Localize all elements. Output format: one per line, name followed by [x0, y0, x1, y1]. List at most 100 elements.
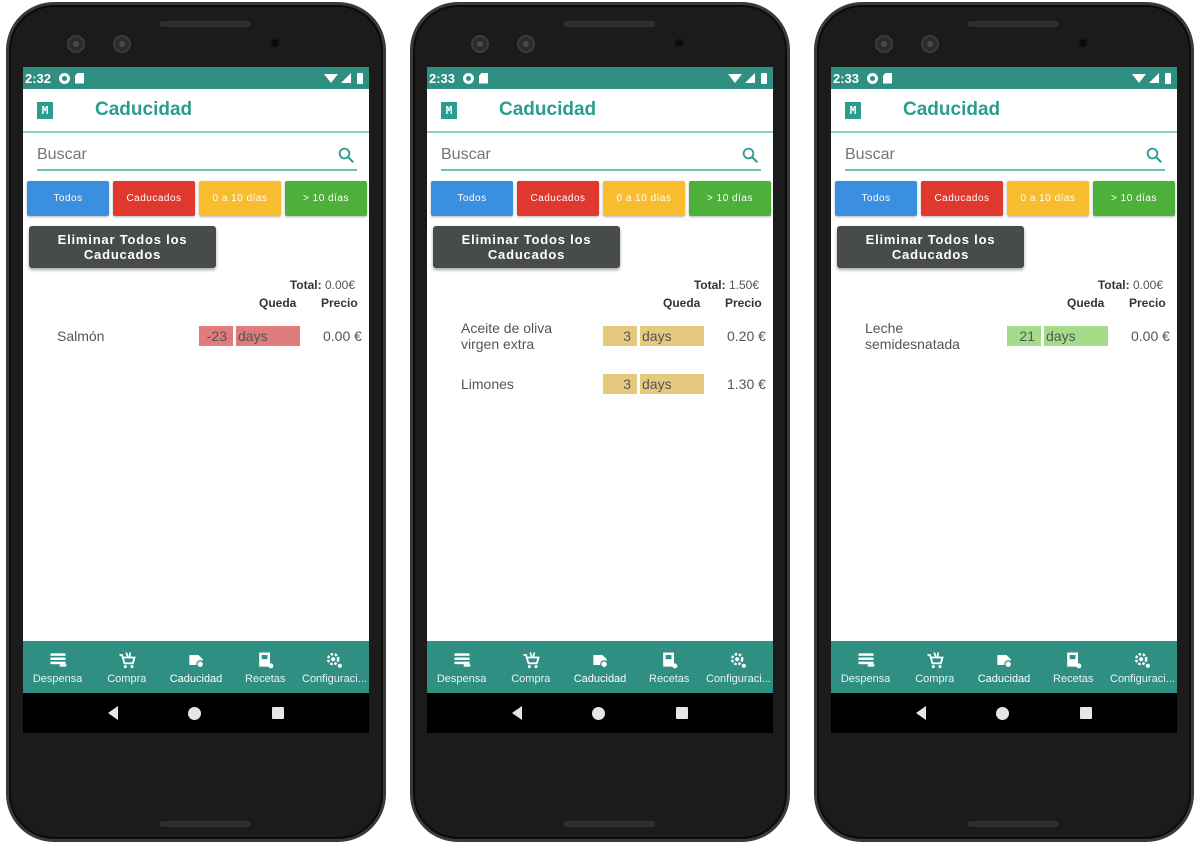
app-logo-icon: M — [845, 101, 861, 119]
filter-bar: Todos Caducados 0 a 10 días > 10 días — [431, 181, 771, 216]
days-remaining-badge: -23 days — [199, 326, 300, 346]
nav-item-recetas[interactable]: Recetas — [635, 641, 704, 693]
nav-item-compra[interactable]: Compra — [900, 641, 969, 693]
search-icon[interactable] — [337, 146, 355, 164]
search-input[interactable] — [845, 146, 1135, 164]
recents-icon[interactable] — [675, 707, 688, 719]
expiry-icon — [186, 650, 206, 670]
column-header-queda: Queda — [259, 296, 297, 310]
app-screen: 2:33 M Caducidad Buscar Todos Caducados … — [831, 67, 1177, 733]
nav-item-despensa[interactable]: Despensa — [427, 641, 496, 693]
status-bar: 2:33 — [831, 67, 1177, 89]
filter-caducados-button[interactable]: Caducados — [113, 181, 195, 216]
filter-more-10-button[interactable]: > 10 días — [689, 181, 771, 216]
app-bar: M Caducidad — [831, 89, 1177, 133]
search-icon[interactable] — [1145, 146, 1163, 164]
nav-item-despensa[interactable]: Despensa — [831, 641, 900, 693]
nav-item-caducidad[interactable]: Caducidad — [969, 641, 1038, 693]
nav-item-recetas[interactable]: Recetas — [1039, 641, 1108, 693]
nav-item-compra[interactable]: Compra — [92, 641, 161, 693]
days-remaining-value: 3 — [603, 326, 637, 346]
nav-label: Despensa — [436, 672, 487, 685]
nav-label: Configuraci... — [302, 672, 367, 685]
days-remaining-badge: 3 days — [603, 374, 704, 394]
delete-expired-button[interactable]: Eliminar Todos los Caducados — [433, 226, 620, 268]
nav-item-compra[interactable]: Compra — [496, 641, 565, 693]
list-item[interactable]: Leche semidesnatada 21 days 0.00 € — [831, 316, 1177, 364]
front-camera — [875, 35, 893, 53]
signal-icon — [341, 73, 351, 83]
days-remaining-badge: 21 days — [1007, 326, 1108, 346]
front-camera-2 — [517, 35, 535, 53]
filter-0-10-button[interactable]: 0 a 10 días — [1007, 181, 1089, 216]
filter-todos-button[interactable]: Todos — [835, 181, 917, 216]
search-input[interactable] — [37, 146, 327, 164]
phone-frame: 2:33 M Caducidad Buscar Todos Caducados … — [410, 2, 790, 842]
notification-icon — [867, 72, 879, 84]
system-navigation-bar — [427, 693, 773, 733]
nav-item-recetas[interactable]: Recetas — [231, 641, 300, 693]
app-logo-icon: M — [441, 101, 457, 119]
nav-item-caducidad[interactable]: Caducidad — [161, 641, 230, 693]
nav-item-despensa[interactable]: Despensa — [23, 641, 92, 693]
proximity-sensor — [675, 39, 683, 47]
list-item[interactable]: Limones 3 days 1.30 € — [427, 364, 773, 412]
search-icon[interactable] — [741, 146, 759, 164]
recents-icon[interactable] — [1079, 707, 1092, 719]
battery-icon — [357, 72, 363, 84]
nav-label: Recetas — [1053, 672, 1094, 685]
signal-icon — [1149, 73, 1159, 83]
total-summary: Total: 1.50€ — [427, 278, 759, 294]
list-icon — [452, 650, 472, 670]
item-price: 0.00 € — [323, 328, 362, 344]
filter-0-10-button[interactable]: 0 a 10 días — [199, 181, 281, 216]
nav-item-configuraci[interactable]: Configuraci... — [300, 641, 369, 693]
status-time: 2:32 — [25, 70, 52, 86]
delete-button-line1: Eliminar Todos los — [865, 232, 996, 247]
bottom-navigation: Despensa Compra Caducidad Recetas Configurac… — [831, 641, 1177, 693]
delete-button-line1: Eliminar Todos los — [57, 232, 188, 247]
cart-icon — [521, 650, 541, 670]
back-icon[interactable] — [512, 706, 523, 720]
settings-icon — [1132, 650, 1152, 670]
filter-0-10-button[interactable]: 0 a 10 días — [603, 181, 685, 216]
recents-icon[interactable] — [271, 707, 284, 719]
delete-expired-button[interactable]: Eliminar Todos los Caducados — [29, 226, 216, 268]
nav-label: Compra — [511, 672, 551, 685]
home-icon[interactable] — [996, 706, 1010, 720]
recipes-icon — [255, 650, 275, 670]
back-icon[interactable] — [916, 706, 927, 720]
nav-item-configuraci[interactable]: Configuraci... — [704, 641, 773, 693]
item-name: Limones — [461, 376, 514, 392]
screenshot-panel-2: 2:33 M Caducidad Buscar Todos Caducados … — [404, 0, 796, 844]
list-item[interactable]: Aceite de oliva virgen extra 3 days 0.20 € — [427, 316, 773, 364]
search-input[interactable] — [441, 146, 731, 164]
nav-label: Recetas — [245, 672, 286, 685]
filter-todos-button[interactable]: Todos — [431, 181, 513, 216]
wifi-icon — [1132, 73, 1146, 83]
back-icon[interactable] — [108, 706, 119, 720]
list-icon — [856, 650, 876, 670]
search-bar — [37, 141, 357, 171]
total-summary: Total: 0.00€ — [831, 278, 1163, 294]
filter-more-10-button[interactable]: > 10 días — [1093, 181, 1175, 216]
total-summary: Total: 0.00€ — [23, 278, 355, 294]
filter-caducados-button[interactable]: Caducados — [921, 181, 1003, 216]
nav-item-caducidad[interactable]: Caducidad — [565, 641, 634, 693]
settings-icon — [324, 650, 344, 670]
days-remaining-value: -23 — [199, 326, 233, 346]
list-item[interactable]: Salmón -23 days 0.00 € — [23, 316, 369, 364]
status-time: 2:33 — [833, 70, 860, 86]
search-bar — [441, 141, 761, 171]
filter-todos-button[interactable]: Todos — [27, 181, 109, 216]
filter-caducados-button[interactable]: Caducados — [517, 181, 599, 216]
front-camera — [471, 35, 489, 53]
home-icon[interactable] — [188, 706, 202, 720]
battery-icon — [1165, 72, 1171, 84]
nav-item-configuraci[interactable]: Configuraci... — [1108, 641, 1177, 693]
filter-more-10-button[interactable]: > 10 días — [285, 181, 367, 216]
home-icon[interactable] — [592, 706, 606, 720]
delete-expired-button[interactable]: Eliminar Todos los Caducados — [837, 226, 1024, 268]
days-remaining-badge: 3 days — [603, 326, 704, 346]
sd-card-icon — [479, 72, 489, 84]
